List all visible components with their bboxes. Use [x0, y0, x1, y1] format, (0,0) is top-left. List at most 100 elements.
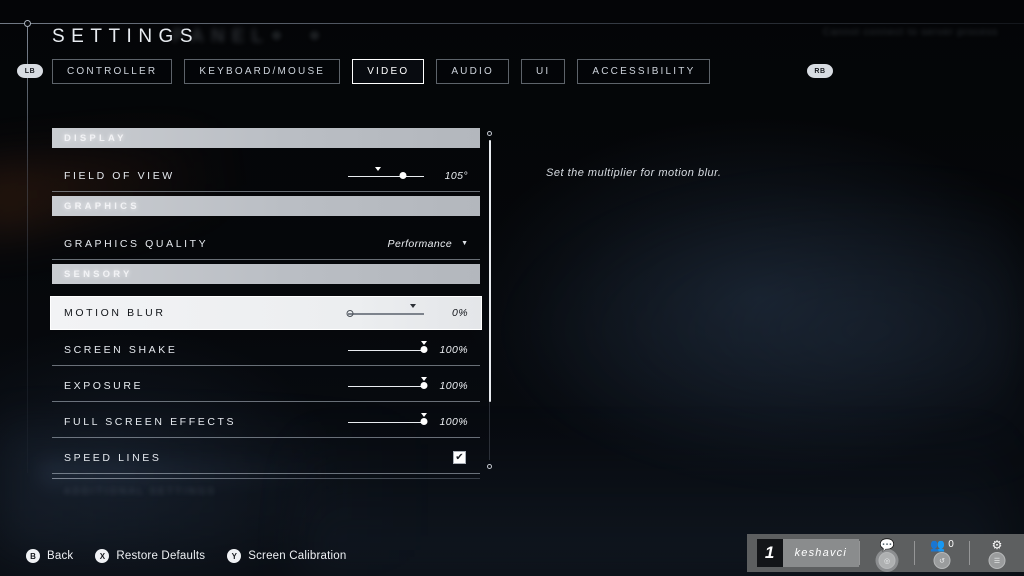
tab-video[interactable]: VIDEO — [352, 59, 425, 84]
settings-row-label: SCREEN SHAKE — [64, 343, 178, 356]
row-divider — [52, 478, 480, 479]
section-header-graphics: GRAPHICS — [52, 196, 480, 216]
scroll-up-icon[interactable] — [487, 131, 492, 136]
page-title-ghost: PANEL — [172, 26, 270, 47]
check-icon: ✔ — [455, 451, 464, 463]
tab-ui[interactable]: UI — [520, 59, 566, 84]
title-dots-decoration — [272, 31, 319, 40]
player-username: keshavci — [794, 547, 847, 559]
button-b-icon: B — [26, 549, 40, 563]
settings-row-label: SPEED LINES — [64, 451, 162, 464]
slider-default-marker-icon — [421, 412, 427, 417]
slider-handle[interactable] — [420, 418, 428, 425]
settings-row-control[interactable]: 105° — [348, 166, 468, 185]
tab-keyboard-mouse[interactable]: KEYBOARD/MOUSE — [184, 59, 341, 84]
slider-track[interactable] — [348, 349, 424, 351]
left-vertical-line — [27, 23, 28, 473]
settings-row-control[interactable]: Performance ▼ — [388, 238, 468, 250]
slider-track[interactable] — [348, 385, 424, 387]
settings-row-graphics-quality[interactable]: GRAPHICS QUALITY Performance ▼ — [52, 228, 480, 260]
button-x-icon: X — [95, 549, 110, 563]
prompt-restore-defaults[interactable]: X Restore Defaults — [95, 549, 205, 563]
title-dot-icon — [310, 31, 319, 40]
tab-label: AUDIO — [451, 66, 494, 77]
slider-default-marker-icon — [421, 376, 427, 381]
prompt-back[interactable]: B Back — [26, 549, 73, 563]
settings-list: DISPLAY FIELD OF VIEW 105° GRAPHICS GRAPHICS… — [50, 128, 482, 497]
settings-row-label: FIELD OF VIEW — [64, 169, 175, 182]
slider-screen-shake[interactable] — [348, 340, 428, 359]
chevron-down-icon[interactable]: ▼ — [461, 240, 468, 247]
slider-handle[interactable] — [346, 309, 354, 317]
corner-node-icon — [24, 20, 31, 27]
hud-chat-button[interactable]: 💬 ◎ — [860, 534, 914, 572]
scroll-down-icon[interactable] — [487, 464, 492, 469]
slider-exposure[interactable] — [348, 376, 428, 395]
tab-label: VIDEO — [367, 66, 410, 77]
settings-row-control[interactable]: 100% — [348, 412, 468, 431]
player-card[interactable]: 1 keshavci — [756, 539, 859, 567]
checkbox-speed-lines[interactable]: ✔ — [453, 451, 466, 464]
settings-row-motion-blur[interactable]: MOTION BLUR 0% — [50, 296, 482, 330]
tab-label: KEYBOARD/MOUSE — [199, 66, 326, 77]
settings-row-control[interactable]: 0% — [346, 304, 468, 322]
button-y-icon: Y — [227, 549, 242, 563]
chat-key-icon: ◎ — [878, 552, 896, 569]
slider-track[interactable] — [348, 175, 424, 177]
button-prompt-bar: B Back X Restore Defaults Y Screen Calibratio… — [26, 549, 346, 563]
player-level: 1 — [756, 539, 783, 567]
settings-row-full-screen-effects[interactable]: FULL SCREEN EFFECTS 100% — [52, 406, 480, 438]
party-count: 0 — [948, 539, 954, 550]
slider-default-marker-icon — [409, 304, 416, 308]
tab-label: CONTROLLER — [67, 66, 158, 77]
settings-row-exposure[interactable]: EXPOSURE 100% — [52, 370, 480, 402]
settings-row-label: GRAPHICS QUALITY — [64, 237, 209, 250]
settings-tab-bar: CONTROLLER KEYBOARD/MOUSE VIDEO AUDIO UI ACCE… — [52, 59, 711, 84]
prompt-label: Screen Calibration — [248, 550, 347, 562]
game-settings-screen: SETTINGS PANEL Cannot connect to server … — [0, 0, 1024, 576]
slider-motion-blur[interactable] — [346, 304, 424, 322]
settings-row-label: MOTION BLUR — [64, 307, 166, 319]
slider-track[interactable] — [348, 421, 424, 423]
setting-description: Set the multiplier for motion blur. — [546, 167, 722, 179]
settings-scrollbar[interactable] — [487, 131, 493, 469]
settings-row-ghost-label: ADDITIONAL SETTINGS — [64, 486, 217, 497]
party-icon: 👥 0 — [930, 539, 954, 551]
section-header-display: DISPLAY — [52, 128, 480, 148]
prompt-screen-calibration[interactable]: Y Screen Calibration — [227, 549, 346, 563]
section-header-label: GRAPHICS — [64, 200, 140, 212]
gear-icon: ⚙ — [991, 538, 1003, 552]
settings-row-control[interactable]: 100% — [348, 376, 468, 395]
tab-audio[interactable]: AUDIO — [436, 59, 509, 84]
section-header-label: DISPLAY — [64, 132, 127, 144]
header-divider-line — [0, 23, 1024, 24]
slider-default-marker-icon — [421, 340, 427, 345]
player-hud: 1 keshavci 💬 ◎ 👥 0 ↺ ⚙ ☰ — [746, 534, 1024, 572]
slider-track[interactable] — [348, 313, 424, 315]
hud-party-button[interactable]: 👥 0 ↺ — [915, 534, 969, 572]
settings-row-partial: ADDITIONAL SETTINGS — [52, 478, 480, 504]
slider-handle[interactable] — [420, 382, 428, 389]
bumper-left-icon[interactable]: LB — [17, 64, 43, 78]
slider-default-marker-icon — [375, 166, 382, 171]
tab-accessibility[interactable]: ACCESSIBILITY — [577, 59, 711, 84]
slider-value: 100% — [439, 379, 468, 392]
slider-handle[interactable] — [420, 346, 428, 353]
scrollbar-thumb[interactable] — [488, 140, 491, 402]
bumper-right-icon[interactable]: RB — [807, 64, 833, 78]
prompt-label: Restore Defaults — [116, 550, 206, 562]
tab-controller[interactable]: CONTROLLER — [52, 59, 173, 84]
settings-row-control[interactable]: 100% — [348, 340, 468, 359]
dropdown-value: Performance — [387, 237, 453, 250]
slider-value: 105° — [444, 169, 468, 182]
settings-row-field-of-view[interactable]: FIELD OF VIEW 105° — [52, 160, 480, 192]
settings-row-speed-lines[interactable]: SPEED LINES ✔ — [52, 442, 480, 474]
slider-field-of-view[interactable] — [348, 166, 424, 185]
hud-settings-button[interactable]: ⚙ ☰ — [970, 534, 1024, 572]
settings-row-screen-shake[interactable]: SCREEN SHAKE 100% — [52, 334, 480, 366]
slider-full-screen-effects[interactable] — [348, 412, 428, 431]
slider-value: 0% — [452, 307, 468, 319]
chat-icon: 💬 — [879, 538, 895, 552]
slider-handle[interactable] — [399, 172, 407, 179]
settings-row-control[interactable]: ✔ — [453, 451, 468, 464]
